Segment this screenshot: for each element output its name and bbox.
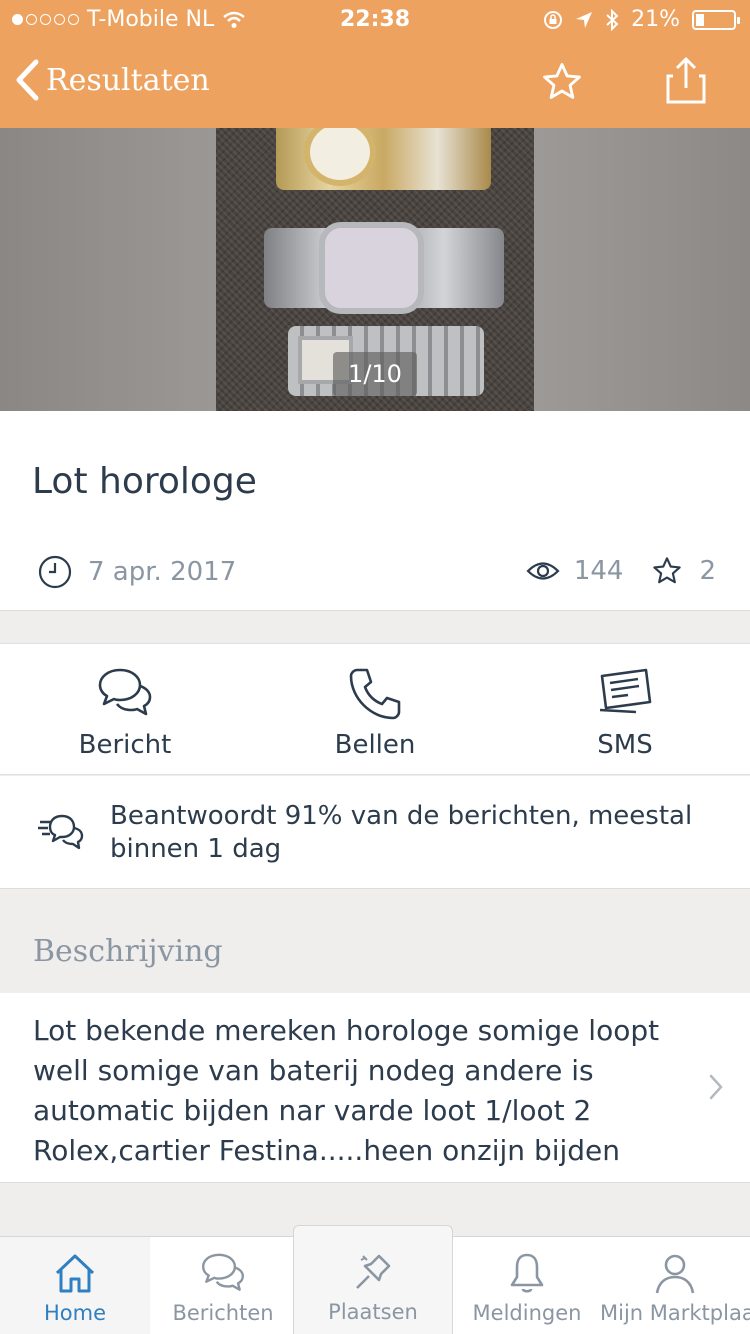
tab-account[interactable]: Mijn Marktplaats bbox=[600, 1237, 750, 1334]
watch-image-gold bbox=[276, 128, 491, 190]
tab-messages-label: Berichten bbox=[172, 1301, 274, 1325]
status-bar: T-Mobile NL 22:38 21% bbox=[0, 0, 750, 40]
battery-percentage: 21% bbox=[631, 7, 680, 32]
back-button[interactable]: Resultaten bbox=[14, 58, 210, 102]
image-gallery[interactable]: 1/10 bbox=[0, 128, 750, 411]
bluetooth-icon bbox=[606, 8, 619, 31]
star-icon bbox=[653, 557, 682, 584]
call-button[interactable]: Bellen bbox=[250, 644, 500, 776]
bell-icon bbox=[510, 1253, 544, 1293]
navigation-bar: Resultaten bbox=[0, 40, 750, 128]
listing-date: 7 apr. 2017 bbox=[38, 555, 236, 589]
phone-icon bbox=[349, 668, 401, 720]
tab-home[interactable]: Home bbox=[0, 1237, 150, 1334]
contact-actions: Bericht Bellen SMS bbox=[0, 643, 750, 775]
clock-icon bbox=[38, 555, 72, 589]
chevron-left-icon bbox=[16, 59, 39, 101]
rotation-lock-icon bbox=[544, 10, 563, 29]
description-text: Lot bekende mereken horologe somige loop… bbox=[33, 1014, 660, 1167]
tab-place-ad[interactable]: Plaatsen bbox=[293, 1225, 453, 1334]
tab-place-ad-label: Plaatsen bbox=[328, 1300, 418, 1324]
eye-icon bbox=[526, 562, 560, 580]
description-heading: Beschrijving bbox=[33, 934, 223, 969]
tab-notifications[interactable]: Meldingen bbox=[452, 1237, 602, 1334]
user-icon bbox=[655, 1254, 695, 1294]
response-rate-text: Beantwoordt 91% van de berichten, meesta… bbox=[110, 801, 693, 864]
watch-image-silver bbox=[264, 222, 504, 314]
tab-home-label: Home bbox=[43, 1301, 106, 1325]
date-text: 7 apr. 2017 bbox=[88, 557, 237, 587]
view-count: 144 bbox=[573, 556, 624, 586]
chat-bubbles-icon bbox=[201, 1253, 245, 1291]
tab-account-label: Mijn Marktplaats bbox=[600, 1301, 750, 1325]
share-icon[interactable] bbox=[664, 56, 708, 106]
tab-bar: Home Berichten Plaatsen Meldingen Mijn M… bbox=[0, 1225, 750, 1334]
response-rate-row: Beantwoordt 91% van de berichten, meesta… bbox=[0, 776, 750, 889]
location-icon bbox=[576, 11, 593, 28]
chat-bubbles-icon bbox=[98, 668, 152, 716]
battery-icon bbox=[692, 9, 740, 30]
description-row[interactable]: Lot bekende mereken horologe somige loop… bbox=[0, 993, 750, 1183]
pushpin-icon bbox=[356, 1254, 391, 1289]
sms-card-icon bbox=[599, 668, 652, 714]
photo-counter: 1/10 bbox=[333, 352, 417, 396]
message-button[interactable]: Bericht bbox=[0, 644, 250, 776]
listing-stats: 144 2 bbox=[526, 555, 716, 587]
favorite-count: 2 bbox=[699, 556, 716, 586]
sms-button[interactable]: SMS bbox=[500, 644, 750, 776]
listing-header: Lot horologe 7 apr. 2017 144 2 bbox=[0, 411, 750, 611]
tab-messages[interactable]: Berichten bbox=[148, 1237, 298, 1334]
listing-title: Lot horologe bbox=[32, 461, 257, 502]
fast-reply-icon bbox=[38, 814, 84, 850]
tab-notifications-label: Meldingen bbox=[472, 1301, 582, 1325]
home-icon bbox=[55, 1254, 95, 1293]
message-label: Bericht bbox=[78, 730, 172, 760]
chevron-right-icon bbox=[709, 1074, 723, 1100]
call-label: Bellen bbox=[334, 730, 416, 760]
sms-label: SMS bbox=[597, 730, 653, 760]
back-label: Resultaten bbox=[46, 62, 210, 98]
favorite-star-icon[interactable] bbox=[540, 60, 584, 104]
